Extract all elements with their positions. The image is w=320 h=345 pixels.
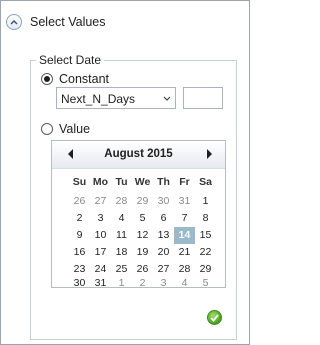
range-dropdown-value: Next_N_Days bbox=[61, 92, 136, 106]
weekday-label: We bbox=[134, 176, 151, 188]
value-radio[interactable] bbox=[41, 123, 53, 135]
calendar-day[interactable]: 19 bbox=[132, 244, 153, 261]
panel-title: Select Values bbox=[30, 15, 106, 29]
calendar-day[interactable]: 12 bbox=[132, 227, 153, 244]
range-dropdown[interactable]: Next_N_Days bbox=[56, 87, 176, 109]
calendar-day[interactable]: 28 bbox=[111, 193, 132, 210]
calendar-day[interactable]: 30 bbox=[69, 275, 90, 292]
calendar-day[interactable]: 26 bbox=[69, 193, 90, 210]
weekday-label: Sa bbox=[199, 176, 212, 188]
calendar-day[interactable]: 1 bbox=[111, 275, 132, 292]
calendar-week-row: 16 17 18 19 20 21 22 bbox=[69, 244, 216, 261]
calendar-day[interactable]: 13 bbox=[153, 227, 174, 244]
calendar-day[interactable]: 1 bbox=[195, 193, 216, 210]
chevron-up-icon[interactable] bbox=[6, 14, 22, 30]
calendar-day[interactable]: 16 bbox=[69, 244, 90, 261]
calendar-day[interactable]: 11 bbox=[111, 227, 132, 244]
calendar-day[interactable]: 31 bbox=[90, 275, 111, 292]
calendar-week-row: 26 27 28 29 30 31 1 bbox=[69, 193, 216, 210]
weekday-label: Fr bbox=[179, 176, 190, 188]
calendar-day[interactable]: 20 bbox=[153, 244, 174, 261]
calendar-day[interactable]: 21 bbox=[174, 244, 195, 261]
calendar-day-selected[interactable]: 14 bbox=[174, 227, 195, 244]
calendar-day[interactable]: 22 bbox=[195, 244, 216, 261]
calendar-day[interactable]: 8 bbox=[195, 210, 216, 227]
next-month-icon[interactable] bbox=[203, 148, 215, 160]
calendar-day[interactable]: 18 bbox=[111, 244, 132, 261]
calendar-day[interactable]: 7 bbox=[174, 210, 195, 227]
calendar-day[interactable]: 17 bbox=[90, 244, 111, 261]
calendar-day[interactable]: 2 bbox=[69, 210, 90, 227]
calendar-day[interactable]: 31 bbox=[174, 193, 195, 210]
calendar-day[interactable]: 3 bbox=[90, 210, 111, 227]
group-legend: Select Date bbox=[39, 53, 102, 67]
number-of-days-input[interactable] bbox=[183, 87, 223, 109]
constant-radio[interactable] bbox=[41, 73, 53, 85]
calendar-day[interactable]: 3 bbox=[153, 275, 174, 292]
calendar-day[interactable]: 6 bbox=[153, 210, 174, 227]
value-label: Value bbox=[59, 122, 91, 136]
chevron-down-icon bbox=[163, 96, 171, 101]
calendar-day[interactable]: 5 bbox=[132, 210, 153, 227]
calendar-day[interactable]: 5 bbox=[195, 275, 216, 292]
weekday-label: Mo bbox=[92, 176, 109, 188]
calendar-day[interactable]: 4 bbox=[111, 210, 132, 227]
date-calendar: August 2015 Su Mo Tu We Th Fr Sa 26 27 28 29 30 31 1… bbox=[51, 140, 226, 289]
calendar-week-row: 2345678 bbox=[69, 210, 216, 227]
weekday-header-row: Su Mo Tu We Th Fr Sa bbox=[69, 176, 216, 188]
calendar-day[interactable]: 30 bbox=[153, 193, 174, 210]
calendar-day[interactable]: 29 bbox=[132, 193, 153, 210]
radio-selected-dot bbox=[44, 76, 50, 82]
month-title[interactable]: August 2015 bbox=[52, 148, 225, 160]
weekday-label: Su bbox=[72, 176, 87, 188]
calendar-day[interactable]: 27 bbox=[90, 193, 111, 210]
check-icon[interactable] bbox=[207, 310, 222, 325]
weekday-label: Th bbox=[157, 176, 170, 188]
calendar-day[interactable]: 4 bbox=[174, 275, 195, 292]
calendar-header: August 2015 bbox=[52, 141, 225, 169]
calendar-day[interactable]: 9 bbox=[69, 227, 90, 244]
calendar-week-row: 9 10 11 12 13 14 15 bbox=[69, 227, 216, 244]
calendar-day[interactable]: 15 bbox=[195, 227, 216, 244]
calendar-day[interactable]: 10 bbox=[90, 227, 111, 244]
calendar-day[interactable]: 2 bbox=[132, 275, 153, 292]
weekday-label: Tu bbox=[115, 176, 128, 188]
constant-label: Constant bbox=[59, 72, 110, 86]
calendar-week-row: 30 31 1 2 3 4 5 bbox=[69, 275, 216, 292]
